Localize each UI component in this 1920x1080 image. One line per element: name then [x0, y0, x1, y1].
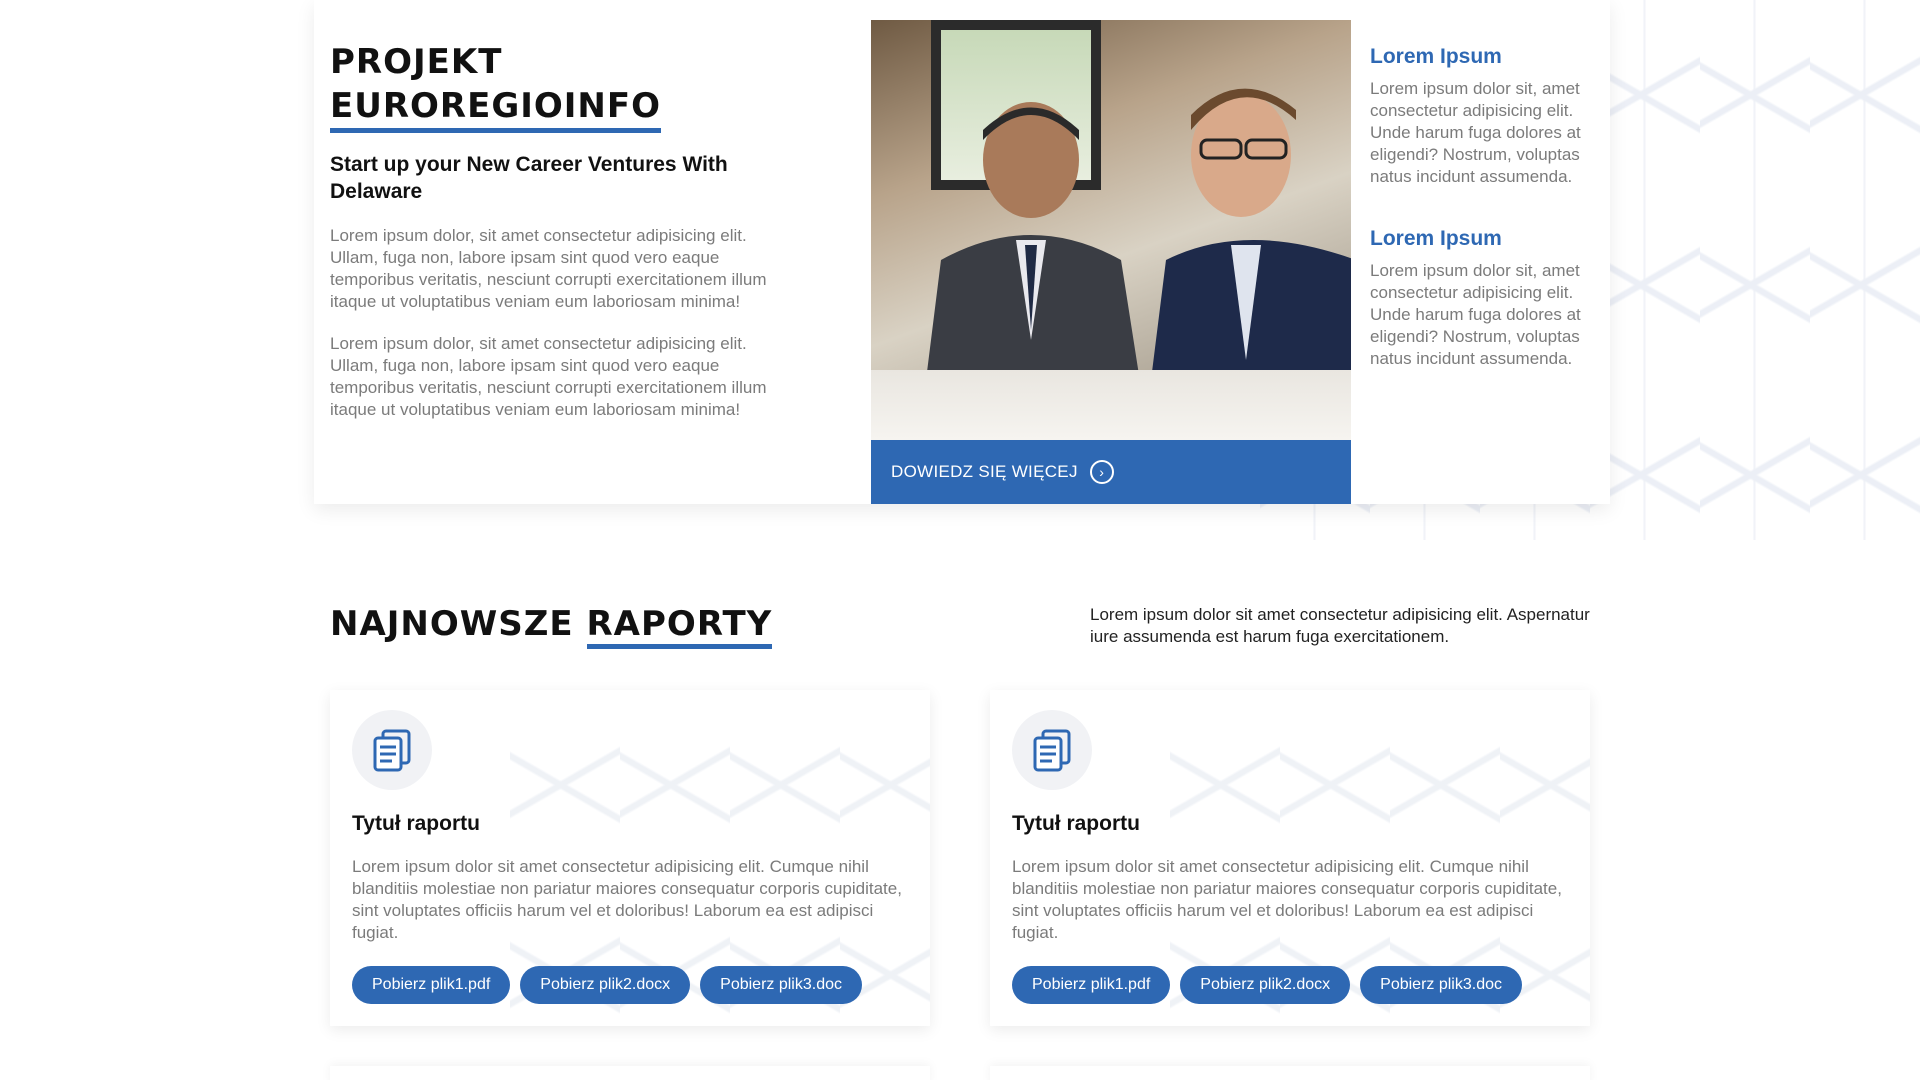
download-file-1-button[interactable]: Pobierz plik1.pdf	[352, 966, 511, 1004]
document-icon	[1012, 710, 1092, 790]
feature-title: Lorem Ipsum	[1370, 45, 1502, 68]
feature-item: Lorem Ipsum Lorem ipsum dolor sit, amet …	[1370, 226, 1590, 370]
learn-more-label: DOWIEDZ SIĘ WIĘCEJ	[891, 462, 1078, 481]
download-buttons: Pobierz plik1.pdf Pobierz plik2.docx Pob…	[352, 966, 862, 1004]
download-buttons: Pobierz plik1.pdf Pobierz plik2.docx Pob…	[1012, 966, 1522, 1004]
feature-item: Lorem Ipsum Lorem ipsum dolor sit, amet …	[1370, 44, 1590, 188]
business-meeting-photo	[871, 20, 1351, 440]
reports-section-title: NAJNOWSZE RAPORTY	[330, 604, 773, 649]
photo-table	[871, 370, 1351, 440]
learn-more-button[interactable]: DOWIEDZ SIĘ WIĘCEJ ›	[871, 440, 1351, 504]
report-description: Lorem ipsum dolor sit amet consectetur a…	[352, 857, 902, 942]
intro-paragraph-1: Lorem ipsum dolor, sit amet consectetur …	[330, 226, 767, 311]
feature-text: Lorem ipsum dolor sit, amet consectetur …	[1370, 261, 1581, 368]
intro-subtitle: Start up your New Career Ventures With D…	[330, 153, 728, 203]
reports-description: Lorem ipsum dolor sit amet consectetur a…	[1090, 605, 1590, 646]
download-file-1-button[interactable]: Pobierz plik1.pdf	[1012, 966, 1171, 1004]
project-intro: PROJEKT EUROREGIOINFO Start up your New …	[330, 40, 770, 421]
download-file-3-button[interactable]: Pobierz plik3.doc	[700, 966, 862, 1004]
reports-title-word-1: NAJNOWSZE	[330, 604, 574, 644]
photo-block: DOWIEDZ SIĘ WIĘCEJ ›	[871, 20, 1351, 504]
feature-title: Lorem Ipsum	[1370, 227, 1502, 250]
report-description: Lorem ipsum dolor sit amet consectetur a…	[1012, 857, 1562, 942]
document-icon	[352, 710, 432, 790]
title-line-1: PROJEKT	[330, 42, 503, 82]
download-file-2-button[interactable]: Pobierz plik2.docx	[1180, 966, 1351, 1004]
chevron-right-icon: ›	[1089, 460, 1114, 484]
report-card: Tytuł raportu Lorem ipsum dolor sit amet…	[990, 690, 1590, 1026]
report-title: Tytuł raportu	[1012, 812, 1140, 835]
download-file-3-button[interactable]: Pobierz plik3.doc	[1360, 966, 1522, 1004]
next-report-card-edge	[990, 1066, 1590, 1080]
report-card: Tytuł raportu Lorem ipsum dolor sit amet…	[330, 690, 930, 1026]
reports-title-word-2: RAPORTY	[586, 604, 773, 649]
page-title: PROJEKT EUROREGIOINFO	[330, 40, 770, 133]
features-list: Lorem Ipsum Lorem ipsum dolor sit, amet …	[1370, 44, 1590, 370]
intro-paragraph-2: Lorem ipsum dolor, sit amet consectetur …	[330, 334, 767, 419]
title-line-2: EUROREGIOINFO	[330, 84, 662, 133]
report-title: Tytuł raportu	[352, 812, 480, 835]
feature-text: Lorem ipsum dolor sit, amet consectetur …	[1370, 79, 1581, 186]
photo-person-right	[1146, 88, 1351, 420]
download-file-2-button[interactable]: Pobierz plik2.docx	[520, 966, 691, 1004]
next-report-card-edge	[330, 1066, 930, 1080]
